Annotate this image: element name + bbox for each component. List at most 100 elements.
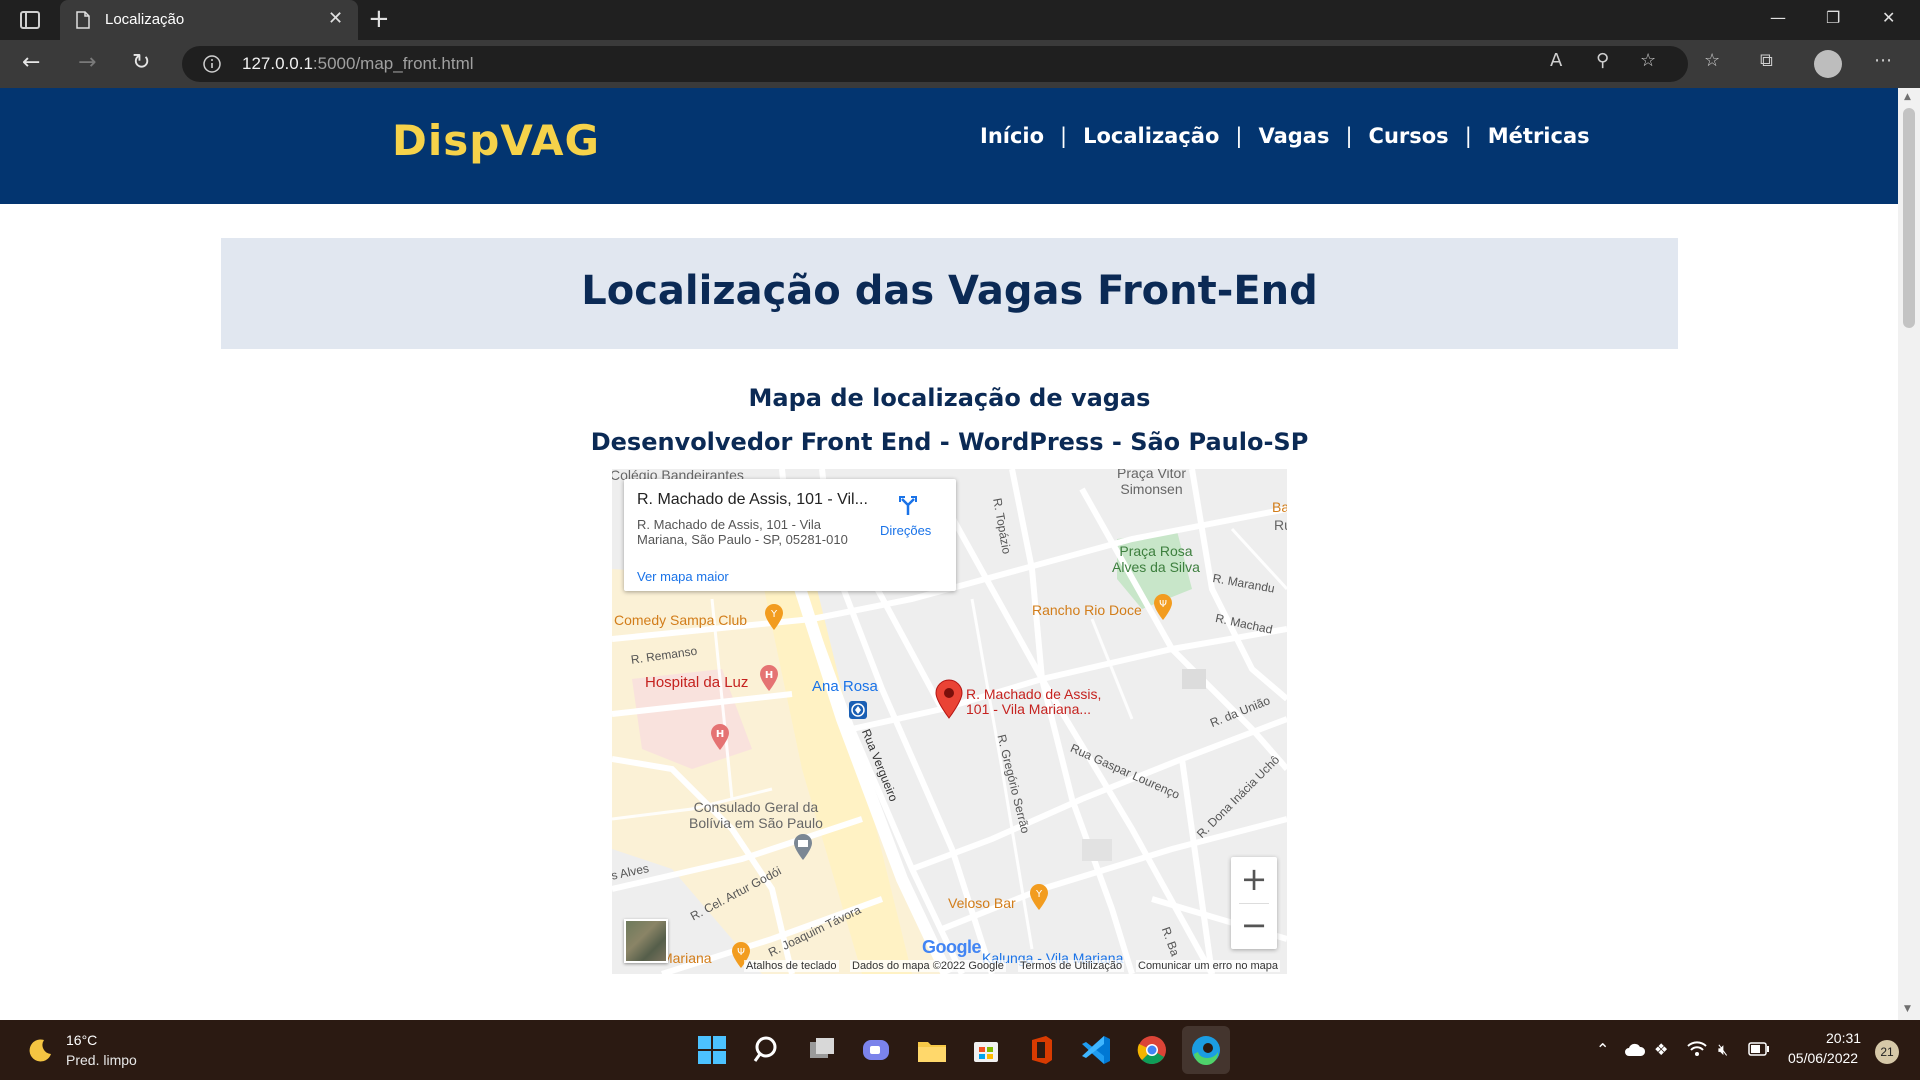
- view-larger-map-link[interactable]: Ver mapa maior: [637, 569, 729, 584]
- search-icon[interactable]: [750, 1032, 786, 1068]
- park-label[interactable]: Praça Rosa Alves da Silva: [1112, 543, 1200, 575]
- place-label[interactable]: Consulado Geral da Bolívia em São Paulo: [689, 799, 823, 831]
- restaurant-marker-icon[interactable]: Ψ: [1152, 593, 1174, 621]
- edge-icon[interactable]: [1188, 1032, 1224, 1068]
- bar-label[interactable]: Veloso Bar: [948, 895, 1016, 911]
- wifi-icon[interactable]: [1686, 1040, 1708, 1058]
- place-label[interactable]: Comedy Sampa Club: [614, 612, 747, 628]
- report-error-link[interactable]: Comunicar um erro no mapa: [1136, 960, 1281, 972]
- google-logo: Google: [922, 937, 982, 957]
- location-pin-label[interactable]: R. Machado de Assis, 101 - Vila Mariana..…: [966, 687, 1101, 717]
- menu-item-cursos[interactable]: Cursos: [1369, 124, 1449, 148]
- address-bar[interactable]: 127.0.0.1:5000/map_front.html: [182, 46, 1688, 82]
- chrome-icon[interactable]: [1134, 1032, 1170, 1068]
- keyboard-shortcuts-link[interactable]: Atalhos de teclado: [744, 960, 839, 972]
- new-tab-icon[interactable]: +: [368, 4, 390, 34]
- site-header: DispVAG Início | Localização | Vagas | C…: [0, 88, 1898, 204]
- page-icon: [76, 11, 90, 29]
- refresh-icon[interactable]: ↻: [132, 50, 150, 76]
- svg-text:Y: Y: [1035, 889, 1043, 900]
- hospital-marker-icon[interactable]: H: [709, 723, 731, 751]
- vscode-icon[interactable]: [1078, 1032, 1114, 1068]
- zoom-out-button[interactable]: −: [1231, 903, 1277, 949]
- map-attribution: Atalhos de teclado Dados do mapa ©2022 G…: [612, 958, 1287, 974]
- scroll-thumb[interactable]: [1903, 108, 1915, 328]
- place-label[interactable]: Praça Vitor Simonsen: [1117, 469, 1186, 497]
- satellite-toggle-button[interactable]: [624, 919, 668, 963]
- hospital-marker-icon[interactable]: H: [758, 664, 780, 692]
- svg-text:Y: Y: [770, 609, 778, 620]
- directions-link[interactable]: Direções: [880, 523, 931, 538]
- google-map[interactable]: Colégio Bandeirantes Praça Vitor Simonsen…: [612, 469, 1287, 974]
- tab-actions-icon[interactable]: [18, 10, 42, 30]
- page-viewport: DispVAG Início | Localização | Vagas | C…: [0, 88, 1898, 1020]
- url-text: 127.0.0.1:5000/map_front.html: [242, 54, 474, 73]
- scroll-up-icon[interactable]: ▲: [1904, 92, 1911, 102]
- menu-item-metricas[interactable]: Métricas: [1488, 124, 1590, 148]
- place-address: R. Machado de Assis, 101 - Vila Mariana,…: [637, 517, 848, 547]
- read-aloud-icon[interactable]: A: [1550, 50, 1562, 71]
- favorites-icon[interactable]: ☆: [1704, 50, 1720, 71]
- svg-text:H: H: [716, 729, 724, 740]
- consulate-marker-icon[interactable]: [792, 833, 814, 861]
- bar-marker-icon[interactable]: Y: [1028, 883, 1050, 911]
- menu-item-inicio[interactable]: Início: [980, 124, 1044, 148]
- microsoft-store-icon[interactable]: [968, 1032, 1004, 1068]
- station-label[interactable]: Ana Rosa: [812, 678, 878, 695]
- browser-tab-bar: Localização ✕ + — ❐ ✕: [0, 0, 1920, 40]
- main-menu: Início | Localização | Vagas | Cursos | …: [980, 124, 1590, 148]
- page-scrollbar[interactable]: ▲ ▼: [1898, 88, 1920, 1020]
- menu-separator: |: [1235, 124, 1243, 148]
- moon-weather-icon[interactable]: [26, 1036, 54, 1064]
- menu-item-localizacao[interactable]: Localização: [1083, 124, 1219, 148]
- menu-item-vagas[interactable]: Vagas: [1258, 124, 1329, 148]
- onedrive-icon[interactable]: [1624, 1042, 1646, 1058]
- close-window-icon[interactable]: ✕: [1882, 8, 1895, 27]
- battery-icon[interactable]: [1748, 1042, 1770, 1056]
- profile-avatar[interactable]: [1814, 50, 1842, 78]
- browser-toolbar: ← → ↻ 127.0.0.1:5000/map_front.html A ⚲ …: [0, 40, 1920, 88]
- clock-time[interactable]: 20:31: [1826, 1030, 1861, 1046]
- windows-start-icon[interactable]: [694, 1032, 730, 1068]
- teams-chat-icon[interactable]: [858, 1032, 894, 1068]
- page-title: Localização das Vagas Front-End: [581, 268, 1318, 314]
- metro-station-icon[interactable]: [848, 700, 868, 720]
- collections-icon[interactable]: ⧉: [1760, 50, 1773, 71]
- clock-date[interactable]: 05/06/2022: [1788, 1050, 1858, 1066]
- zoom-in-button[interactable]: +: [1231, 857, 1277, 903]
- notification-badge[interactable]: 21: [1875, 1040, 1899, 1064]
- add-favorite-icon[interactable]: ☆: [1640, 50, 1656, 71]
- more-icon[interactable]: ⋯: [1874, 50, 1892, 71]
- browser-tab[interactable]: Localização ✕: [60, 0, 358, 40]
- site-info-icon[interactable]: [202, 54, 222, 74]
- restaurant-label[interactable]: Rancho Rio Doce: [1032, 602, 1142, 618]
- hospital-label[interactable]: Hospital da Luz: [645, 674, 748, 691]
- svg-text:Ψ: Ψ: [737, 947, 745, 958]
- volume-muted-icon[interactable]: 🔇︎: [1718, 1040, 1728, 1060]
- back-icon[interactable]: ←: [22, 50, 40, 76]
- job-subtitle: Desenvolvedor Front End - WordPress - Sã…: [590, 428, 1309, 456]
- tab-title: Localização: [105, 11, 185, 28]
- restore-icon[interactable]: ❐: [1826, 8, 1840, 27]
- close-tab-icon[interactable]: ✕: [328, 8, 343, 29]
- windows-taskbar: 16°C Pred. limpo ⌃ ❖ 🔇︎ 20:31 05/06/2022…: [0, 1020, 1920, 1080]
- bar-marker-icon[interactable]: Y: [763, 603, 785, 631]
- scroll-down-icon[interactable]: ▼: [1904, 1004, 1911, 1014]
- terms-link[interactable]: Termos de Utilização: [1018, 960, 1125, 972]
- weather-temperature: 16°C: [66, 1032, 98, 1048]
- place-info-card: R. Machado de Assis, 101 - Vil... R. Mac…: [624, 479, 956, 591]
- location-pin-icon[interactable]: [934, 679, 964, 719]
- place-label[interactable]: Bar e: [1272, 499, 1287, 515]
- forward-icon[interactable]: →: [78, 50, 96, 76]
- svg-text:H: H: [765, 670, 773, 681]
- minimize-icon[interactable]: —: [1770, 8, 1786, 27]
- file-explorer-icon[interactable]: [914, 1032, 950, 1068]
- show-hidden-icons-icon[interactable]: ⌃: [1596, 1040, 1609, 1059]
- street-label: Rua: [1274, 517, 1287, 533]
- dropbox-icon[interactable]: ❖: [1654, 1040, 1668, 1059]
- zoom-out-icon[interactable]: ⚲: [1596, 50, 1609, 71]
- directions-icon[interactable]: [896, 493, 920, 517]
- task-view-icon[interactable]: [804, 1032, 840, 1068]
- office-icon[interactable]: [1024, 1032, 1060, 1068]
- site-logo[interactable]: DispVAG: [392, 116, 600, 165]
